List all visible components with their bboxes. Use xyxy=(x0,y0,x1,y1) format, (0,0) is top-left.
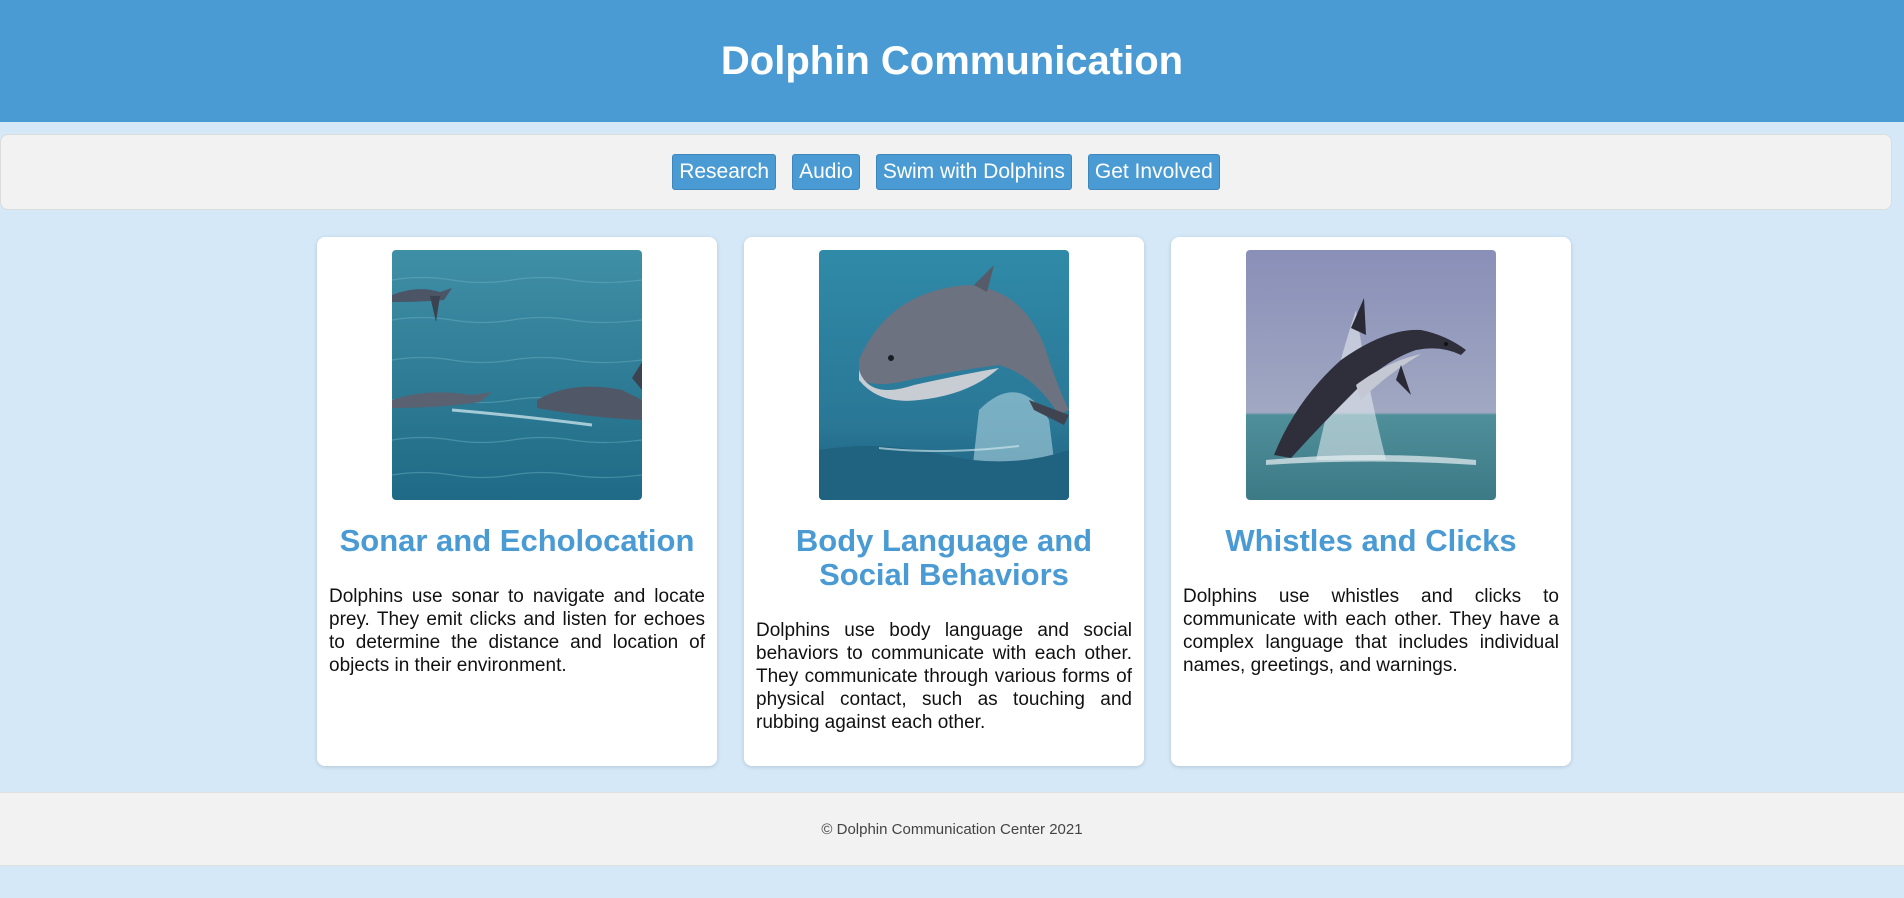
card-title: Whistles and Clicks xyxy=(1225,523,1517,558)
card-body-language: Body Language and Social Behaviors Dolph… xyxy=(744,237,1144,766)
nav-swim-with-dolphins-button[interactable]: Swim with Dolphins xyxy=(875,154,1072,190)
card-sonar-echolocation: Sonar and Echolocation Dolphins use sona… xyxy=(317,237,717,766)
nav-research-button[interactable]: Research xyxy=(672,154,777,190)
copyright-text: © Dolphin Communication Center 2021 xyxy=(821,820,1083,838)
card-text: Dolphins use body language and social be… xyxy=(756,620,1132,733)
nav-audio-button[interactable]: Audio xyxy=(792,154,860,190)
page-title: Dolphin Communication xyxy=(720,38,1184,83)
dolphin-leaping-closeup-image xyxy=(819,250,1069,500)
card-whistles-clicks: Whistles and Clicks Dolphins use whistle… xyxy=(1171,237,1571,766)
card-text: Dolphins use sonar to navigate and locat… xyxy=(329,586,705,676)
site-header: Dolphin Communication xyxy=(0,0,1904,122)
card-grid: Sonar and Echolocation Dolphins use sona… xyxy=(317,237,1571,766)
dolphin-jumping-splash-image xyxy=(1246,250,1496,500)
card-text: Dolphins use whistles and clicks to comm… xyxy=(1183,586,1559,676)
card-title: Sonar and Echolocation xyxy=(339,523,695,558)
card-title: Body Language and Social Behaviors xyxy=(795,523,1093,592)
dolphins-swimming-image xyxy=(392,250,642,500)
nav-get-involved-button[interactable]: Get Involved xyxy=(1087,154,1220,190)
nav-bar: Research Audio Swim with Dolphins Get In… xyxy=(0,134,1892,210)
site-footer: © Dolphin Communication Center 2021 xyxy=(0,792,1904,866)
